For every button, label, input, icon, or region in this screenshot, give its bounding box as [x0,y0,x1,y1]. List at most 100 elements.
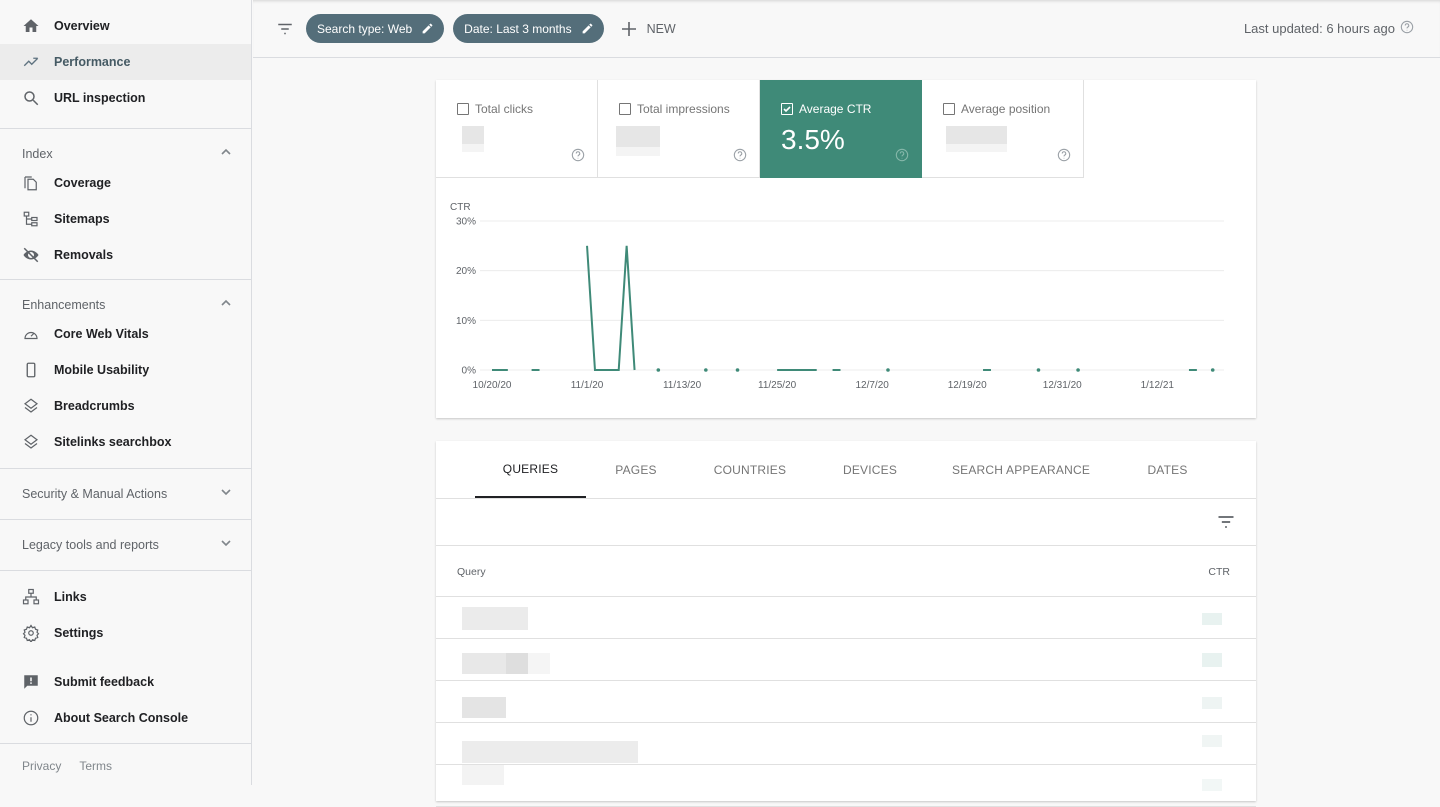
terms-link[interactable]: Terms [79,759,112,773]
tab-queries[interactable]: QUERIES [475,441,586,498]
data-point [704,368,708,372]
nav-label: Core Web Vitals [54,327,149,341]
metric-average-ctr[interactable]: Average CTR 3.5% [760,80,922,178]
nav-label: Mobile Usability [54,363,150,377]
nav-url-inspection[interactable]: URL inspection [0,80,251,116]
tab-devices[interactable]: DEVICES [826,441,914,499]
redacted-query [462,653,550,674]
nav-label: Sitemaps [54,212,110,226]
data-point [886,368,890,372]
tab-countries[interactable]: COUNTRIES [696,441,804,499]
nav-label: About Search Console [54,711,189,725]
checkbox[interactable] [943,103,955,115]
new-filter-button[interactable]: NEW [621,21,676,37]
help-icon[interactable] [1400,20,1414,37]
search-type-chip[interactable]: Search type: Web [306,14,445,43]
metric-average-position[interactable]: Average position [922,80,1084,178]
info-icon [22,709,40,727]
redacted-ctr [1202,779,1222,791]
nav-removals[interactable]: Removals [0,237,251,273]
data-point [1036,368,1041,372]
filter-icon [278,23,292,34]
table-row[interactable] [436,723,1256,765]
privacy-link[interactable]: Privacy [22,759,61,773]
redacted-query [462,765,504,785]
y-tick-label: 10% [456,316,476,327]
redacted-query [462,607,528,630]
chevron-down-icon [219,485,233,504]
nav-mobile-usability[interactable]: Mobile Usability [0,352,251,388]
nav-submit-feedback[interactable]: Submit feedback [0,664,251,700]
nav-breadcrumbs[interactable]: Breadcrumbs [0,388,251,424]
chevron-up-icon [219,145,233,164]
filter-bar: Search type: Web Date: Last 3 months NEW… [253,0,1440,58]
checkbox[interactable] [457,103,469,115]
layers-icon [22,433,40,451]
feedback-icon [22,673,40,691]
nav-coverage[interactable]: Coverage [0,165,251,201]
nav-settings[interactable]: Settings [0,615,251,651]
tab-dates[interactable]: DATES [1126,441,1209,499]
table-row[interactable] [436,765,1256,807]
chevron-down-icon [219,536,233,555]
nav-core-web-vitals[interactable]: Core Web Vitals [0,316,251,352]
column-header-ctr[interactable]: CTR [1208,566,1230,578]
nav-label: Settings [54,626,104,640]
redacted-value [462,126,484,152]
nav-label: Coverage [54,176,111,190]
table-header: Query CTR [436,546,1256,597]
nav-about[interactable]: About Search Console [0,700,251,736]
x-tick-label: 12/19/20 [948,380,987,391]
checkbox-checked[interactable] [781,103,793,115]
help-icon[interactable] [895,148,909,167]
table-filter-button[interactable] [1216,512,1236,537]
x-tick-label: 11/25/20 [758,380,797,391]
check-icon [783,106,791,113]
sidebar-footer: Privacy Terms [0,744,251,788]
section-title: Security & Manual Actions [22,487,168,501]
table-row[interactable] [436,639,1256,681]
date-chip[interactable]: Date: Last 3 months [453,14,604,43]
filter-button[interactable] [273,17,297,41]
x-tick-label: 12/31/20 [1043,380,1082,391]
x-tick-label: 11/1/20 [571,380,604,391]
metric-label: Average CTR [799,102,872,116]
column-header-query[interactable]: Query [457,566,486,578]
help-icon[interactable] [571,148,585,167]
checkbox[interactable] [619,103,631,115]
nav-label: Sitelinks searchbox [54,435,172,449]
redacted-query [462,741,638,763]
metric-total-clicks[interactable]: Total clicks [436,80,598,178]
new-label: NEW [646,21,676,36]
tab-pages[interactable]: PAGES [586,441,686,499]
help-icon[interactable] [733,148,747,167]
section-legacy-toggle[interactable]: Legacy tools and reports [0,520,251,570]
table-row[interactable] [436,681,1256,723]
nav-performance[interactable]: Performance [0,44,251,80]
plus-icon [621,21,636,36]
filter-icon [1218,516,1234,528]
redacted-ctr [1202,697,1222,709]
trending-up-icon [22,53,40,71]
y-axis-title: CTR [450,202,471,213]
section-security-toggle[interactable]: Security & Manual Actions [0,469,251,519]
performance-card: Total clicks Total impressions Average C… [436,80,1256,418]
metric-total-impressions[interactable]: Total impressions [598,80,760,178]
metric-label: Average position [961,102,1051,116]
nav-label: Breadcrumbs [54,399,135,413]
section-title: Enhancements [22,298,106,312]
chip-label: Search type: Web [317,21,413,36]
tab-search-appearance[interactable]: SEARCH APPEARANCE [941,441,1101,499]
last-updated: Last updated: 6 hours ago [1244,20,1414,37]
nav-sitelinks-searchbox[interactable]: Sitelinks searchbox [0,424,251,460]
table-row[interactable] [436,597,1256,639]
nav-label: Submit feedback [54,675,155,689]
chip-label: Date: Last 3 months [464,21,572,36]
help-icon[interactable] [1057,148,1071,167]
nav-sitemaps[interactable]: Sitemaps [0,201,251,237]
nav-overview[interactable]: Overview [0,8,251,44]
y-tick-label: 20% [456,266,476,277]
ctr-chart: CTR 0% 10% 20% 30% 10/20/20 11/1/20 11/13/20 1… [450,202,1224,391]
coverage-icon [22,174,40,192]
nav-links[interactable]: Links [0,579,251,615]
